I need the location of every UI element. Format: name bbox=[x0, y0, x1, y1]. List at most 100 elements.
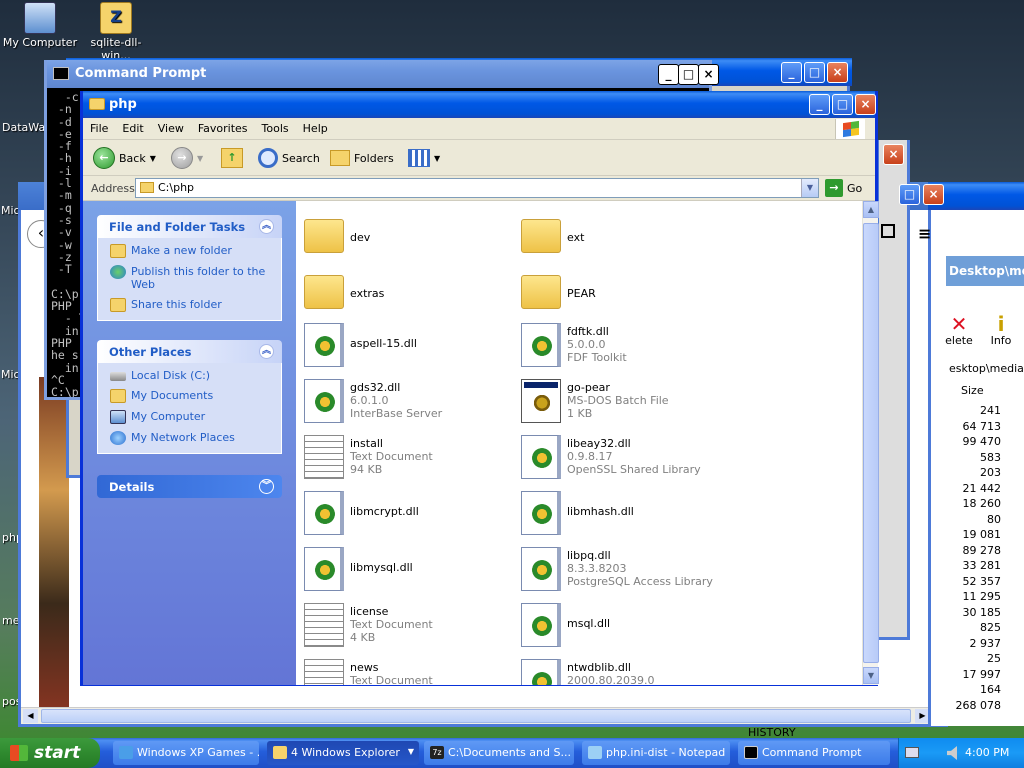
file-item[interactable]: aspell-15.dll bbox=[304, 319, 514, 373]
scroll-thumb[interactable] bbox=[863, 223, 879, 663]
desktop-icon-my-computer[interactable]: My Computer bbox=[0, 2, 80, 49]
volume-icon[interactable] bbox=[947, 746, 957, 760]
file-item[interactable]: go-pear MS-DOS Batch File 1 KB bbox=[521, 375, 731, 429]
file-text: PEAR bbox=[567, 287, 596, 300]
menu-help[interactable]: Help bbox=[296, 118, 335, 135]
search-button[interactable]: Search bbox=[258, 146, 320, 170]
desktop-edge-label[interactable]: me bbox=[2, 614, 19, 627]
place-local-disk[interactable]: Local Disk (C:) bbox=[110, 369, 281, 382]
close-button[interactable]: × bbox=[827, 62, 848, 83]
chevron-up-icon[interactable]: ︽ bbox=[259, 219, 274, 234]
task-make-new-folder[interactable]: Make a new folder bbox=[110, 244, 281, 258]
file-item[interactable]: libmcrypt.dll bbox=[304, 487, 514, 541]
chevron-up-icon[interactable]: ︽ bbox=[259, 344, 274, 359]
clock[interactable]: 4:00 PM bbox=[965, 746, 1009, 759]
menu-favorites[interactable]: Favorites bbox=[191, 118, 255, 135]
close-button[interactable]: × bbox=[923, 184, 944, 205]
taskbar-item-documents[interactable]: 7z C:\Documents and S... bbox=[424, 741, 574, 765]
chevron-down-icon[interactable]: ▼ bbox=[197, 154, 203, 163]
maximize-button[interactable]: □ bbox=[804, 62, 825, 83]
desktop-edge-label[interactable]: DataWa bbox=[2, 121, 45, 134]
panel-header[interactable]: File and Folder Tasks ︽ bbox=[97, 215, 282, 238]
panel-header[interactable]: Other Places ︽ bbox=[97, 340, 282, 363]
minimize-button[interactable]: _ bbox=[809, 94, 830, 115]
file-item[interactable]: libpq.dll 8.3.3.8203 PostgreSQL Access Lib… bbox=[521, 543, 731, 597]
horizontal-scrollbar[interactable]: ◀ ▶ bbox=[21, 707, 931, 724]
menu-file[interactable]: File bbox=[83, 118, 115, 135]
file-item[interactable]: extras bbox=[304, 263, 514, 317]
scroll-left-button[interactable]: ◀ bbox=[23, 709, 38, 723]
file-item[interactable]: fdftk.dll 5.0.0.0 FDF Toolkit bbox=[521, 319, 731, 373]
menu-edit[interactable]: Edit bbox=[115, 118, 150, 135]
desktop-icon-sqlite[interactable]: Z sqlite-dll-win... bbox=[76, 2, 156, 62]
menu-tools[interactable]: Tools bbox=[255, 118, 296, 135]
taskbar-item-notepad[interactable]: php.ini-dist - Notepad bbox=[582, 741, 730, 765]
file-name: libmhash.dll bbox=[567, 505, 634, 518]
menu-view[interactable]: View bbox=[151, 118, 191, 135]
task-share-folder[interactable]: Share this folder bbox=[110, 298, 281, 312]
taskbar-item-command-prompt[interactable]: Command Prompt bbox=[738, 741, 890, 765]
size-cell: 64 713 bbox=[962, 419, 1002, 433]
close-button[interactable]: × bbox=[855, 94, 876, 115]
info-button[interactable]: i Info bbox=[986, 314, 1016, 347]
desktop-edge-label[interactable]: Mic bbox=[1, 204, 20, 217]
chevron-down-icon[interactable]: ︾ bbox=[259, 479, 274, 494]
minimize-button[interactable]: _ bbox=[781, 62, 802, 83]
close-button[interactable]: × bbox=[883, 144, 904, 165]
address-value: C:\php bbox=[158, 181, 195, 194]
file-item[interactable]: msql.dll bbox=[521, 599, 731, 653]
taskbar-item-explorer-group[interactable]: 4 Windows Explorer ▼ bbox=[267, 741, 419, 765]
place-my-documents[interactable]: My Documents bbox=[110, 389, 281, 403]
vertical-scrollbar[interactable]: ▲ ▼ bbox=[862, 201, 879, 685]
address-input[interactable]: C:\php ▼ bbox=[135, 178, 819, 198]
file-item[interactable]: gds32.dll 6.0.1.0 InterBase Server bbox=[304, 375, 514, 429]
task-publish-web[interactable]: Publish this folder to the Web bbox=[110, 265, 281, 291]
file-item[interactable]: license Text Document 4 KB bbox=[304, 599, 514, 653]
forward-button[interactable]: → ▼ bbox=[171, 146, 203, 170]
place-network[interactable]: My Network Places bbox=[110, 431, 281, 445]
desktop-edge-label[interactable]: Mic bbox=[1, 368, 20, 381]
file-item[interactable]: libeay32.dll 0.9.8.17 OpenSSL Shared Libra… bbox=[521, 431, 731, 485]
close-button[interactable]: × bbox=[698, 64, 719, 85]
back-arrow-icon: ← bbox=[93, 147, 115, 169]
chevron-down-icon[interactable]: ▼ bbox=[150, 154, 156, 163]
panel-header[interactable]: Details ︾ bbox=[97, 475, 282, 498]
file-name: gds32.dll bbox=[350, 381, 401, 394]
menu-icon[interactable]: ≡ bbox=[918, 224, 931, 243]
minimize-button[interactable]: _ bbox=[658, 64, 679, 85]
maximize-button[interactable]: □ bbox=[832, 94, 853, 115]
file-item[interactable]: libmhash.dll bbox=[521, 487, 731, 541]
folder-icon bbox=[304, 219, 344, 253]
views-button[interactable]: ▼ bbox=[408, 146, 440, 170]
explorer-window[interactable]: php _ □ × File Edit View Favorites Tools Help… bbox=[80, 91, 879, 686]
up-folder-button[interactable]: ↑ bbox=[221, 146, 243, 170]
size-column-header[interactable]: Size bbox=[961, 384, 984, 397]
back-button[interactable]: ← Back ▼ bbox=[93, 146, 156, 170]
view-icon[interactable] bbox=[881, 224, 895, 238]
place-my-computer[interactable]: My Computer bbox=[110, 410, 281, 424]
file-item[interactable]: PEAR bbox=[521, 263, 731, 317]
start-button[interactable]: start bbox=[0, 738, 100, 768]
file-item[interactable]: libmysql.dll bbox=[304, 543, 514, 597]
file-item[interactable]: news Text Document bbox=[304, 655, 514, 685]
chevron-down-icon[interactable]: ▼ bbox=[801, 179, 818, 197]
delete-button[interactable]: ✕ elete bbox=[944, 314, 974, 347]
scroll-thumb[interactable] bbox=[41, 709, 911, 723]
file-item[interactable]: dev bbox=[304, 207, 514, 261]
window-titlebar[interactable]: Command Prompt _ □ × bbox=[47, 60, 719, 88]
file-item[interactable]: ext bbox=[521, 207, 731, 261]
scroll-down-button[interactable]: ▼ bbox=[863, 667, 879, 684]
keyboard-icon[interactable] bbox=[905, 747, 919, 758]
file-item[interactable]: install Text Document 94 KB bbox=[304, 431, 514, 485]
scroll-up-button[interactable]: ▲ bbox=[863, 201, 879, 218]
other-places-panel: Other Places ︽ Local Disk (C:) My Documen… bbox=[97, 340, 282, 454]
maximize-button[interactable]: □ bbox=[678, 64, 699, 85]
file-item[interactable]: ntwdblib.dll 2000.80.2039.0 bbox=[521, 655, 731, 685]
window-titlebar[interactable]: php _ □ × bbox=[83, 91, 876, 118]
go-button[interactable]: → Go bbox=[825, 179, 862, 197]
maximize-button[interactable]: □ bbox=[899, 184, 920, 205]
file-name: fdftk.dll bbox=[567, 325, 609, 338]
path-field[interactable]: esktop\mediawik bbox=[949, 362, 1024, 375]
taskbar-item-xp-games[interactable]: Windows XP Games - ... bbox=[113, 741, 259, 765]
folders-button[interactable]: Folders bbox=[330, 146, 394, 170]
